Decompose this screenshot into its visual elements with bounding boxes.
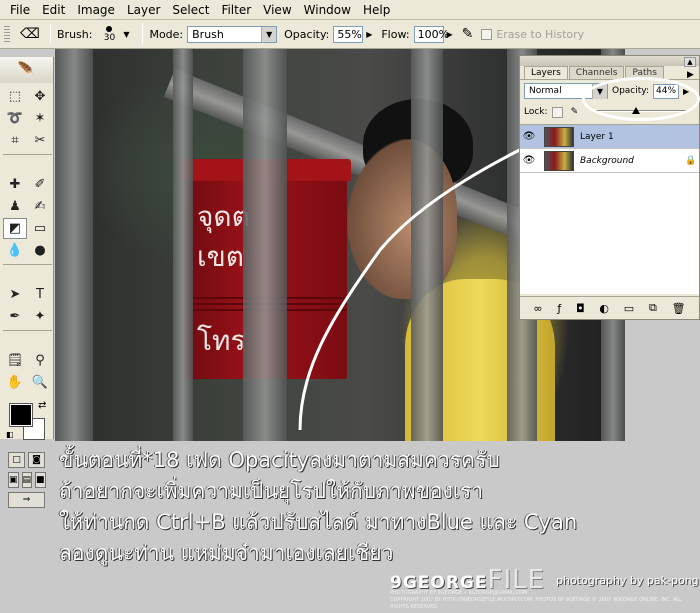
- layer-row[interactable]: 👁 Background 🔒: [520, 149, 699, 173]
- new-layer-icon[interactable]: ⧉: [649, 301, 657, 315]
- link-layers-icon[interactable]: ∞: [533, 302, 542, 315]
- layer-style-icon[interactable]: ƒ: [557, 302, 561, 315]
- caption-line: ถ้าอยากจะเพิ่มความเป็นยุโรปให้กับภาพของเ…: [59, 479, 483, 503]
- tab-layers[interactable]: Layers: [524, 66, 568, 79]
- layer-name: Background: [580, 155, 634, 166]
- fine-print: PHOTOGRAPHY BY 9GEORGE • 9GEORGE@GMAIL.C…: [390, 590, 700, 611]
- layer-name: Layer 1: [580, 131, 614, 142]
- photographer-credit: photography by pak-pong: [556, 574, 699, 587]
- foreground-color-swatch[interactable]: [9, 403, 33, 427]
- adjustment-layer-icon[interactable]: ◐: [599, 302, 609, 315]
- opacity-highlight-callout: [582, 77, 700, 121]
- tutorial-caption: ขั้นตอนที่*18 เฟด Opacityลงมาตามสมควรครั…: [59, 445, 699, 569]
- layer-row[interactable]: 👁 Layer 1: [520, 125, 699, 149]
- layer-thumbnail: [544, 126, 574, 147]
- layer-list: 👁 Layer 1 👁 Background 🔒: [520, 124, 699, 294]
- panel-scroll-arrow-icon[interactable]: ▲: [684, 57, 696, 67]
- lock-pixels-icon[interactable]: ✎: [571, 107, 579, 117]
- caption-line: ขั้นตอนที่*18 เฟด Opacityลงมาตามสมควรครั…: [59, 448, 500, 472]
- panel-titlebar[interactable]: [520, 56, 699, 66]
- trash-icon[interactable]: 🗑: [672, 302, 686, 315]
- eye-icon[interactable]: 👁: [520, 131, 538, 142]
- lock-icon: 🔒: [685, 155, 697, 166]
- lock-label: Lock:: [524, 107, 548, 117]
- caption-line: ให้ท่านกด Ctrl+B แล้วปรับสไลด์ มาทางBlue…: [59, 510, 578, 534]
- lock-transparency-checkbox[interactable]: [551, 106, 563, 118]
- new-group-icon[interactable]: ▭: [624, 302, 634, 315]
- panel-menu-icon[interactable]: ▶: [687, 70, 694, 80]
- layer-thumbnail: [544, 150, 574, 171]
- credits-block: 9GEORGEFILE photography by pak-pong PHOT…: [390, 562, 700, 612]
- eye-icon[interactable]: 👁: [520, 155, 538, 166]
- layers-panel-footer: ∞ ƒ ◘ ◐ ▭ ⧉ 🗑: [520, 296, 699, 319]
- fine-print-line: COPYRIGHT 2007 BY HTTP://9GEORGEFILE.MUL…: [390, 597, 682, 610]
- fine-print-line: PHOTOGRAPHY BY 9GEORGE • 9GEORGE@GMAIL.C…: [390, 590, 528, 596]
- tab-channels[interactable]: Channels: [568, 66, 625, 79]
- layer-mask-icon[interactable]: ◘: [576, 302, 585, 315]
